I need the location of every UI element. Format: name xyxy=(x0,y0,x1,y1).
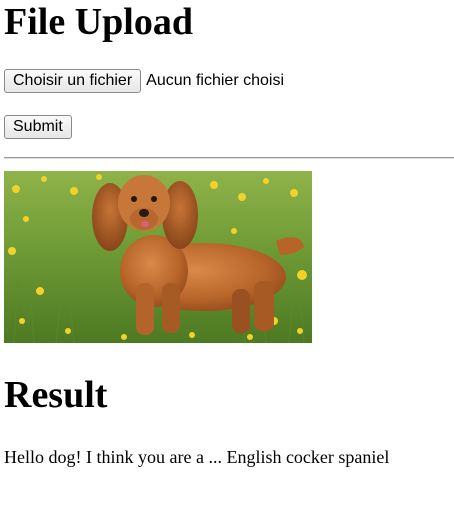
submit-button[interactable]: Submit xyxy=(4,115,72,139)
page: File Upload Choisir un fichier Aucun fic… xyxy=(4,0,454,511)
uploaded-dog-image xyxy=(4,171,312,343)
file-input[interactable]: Choisir un fichier Aucun fichier choisi xyxy=(4,69,284,93)
page-title: File Upload xyxy=(4,1,193,43)
divider xyxy=(4,157,454,159)
result-message: Hello dog! I think you are a ... English… xyxy=(4,447,390,467)
choose-file-button[interactable]: Choisir un fichier xyxy=(4,69,142,93)
file-status-text: Aucun fichier choisi xyxy=(146,72,284,89)
result-heading: Result xyxy=(4,374,108,416)
